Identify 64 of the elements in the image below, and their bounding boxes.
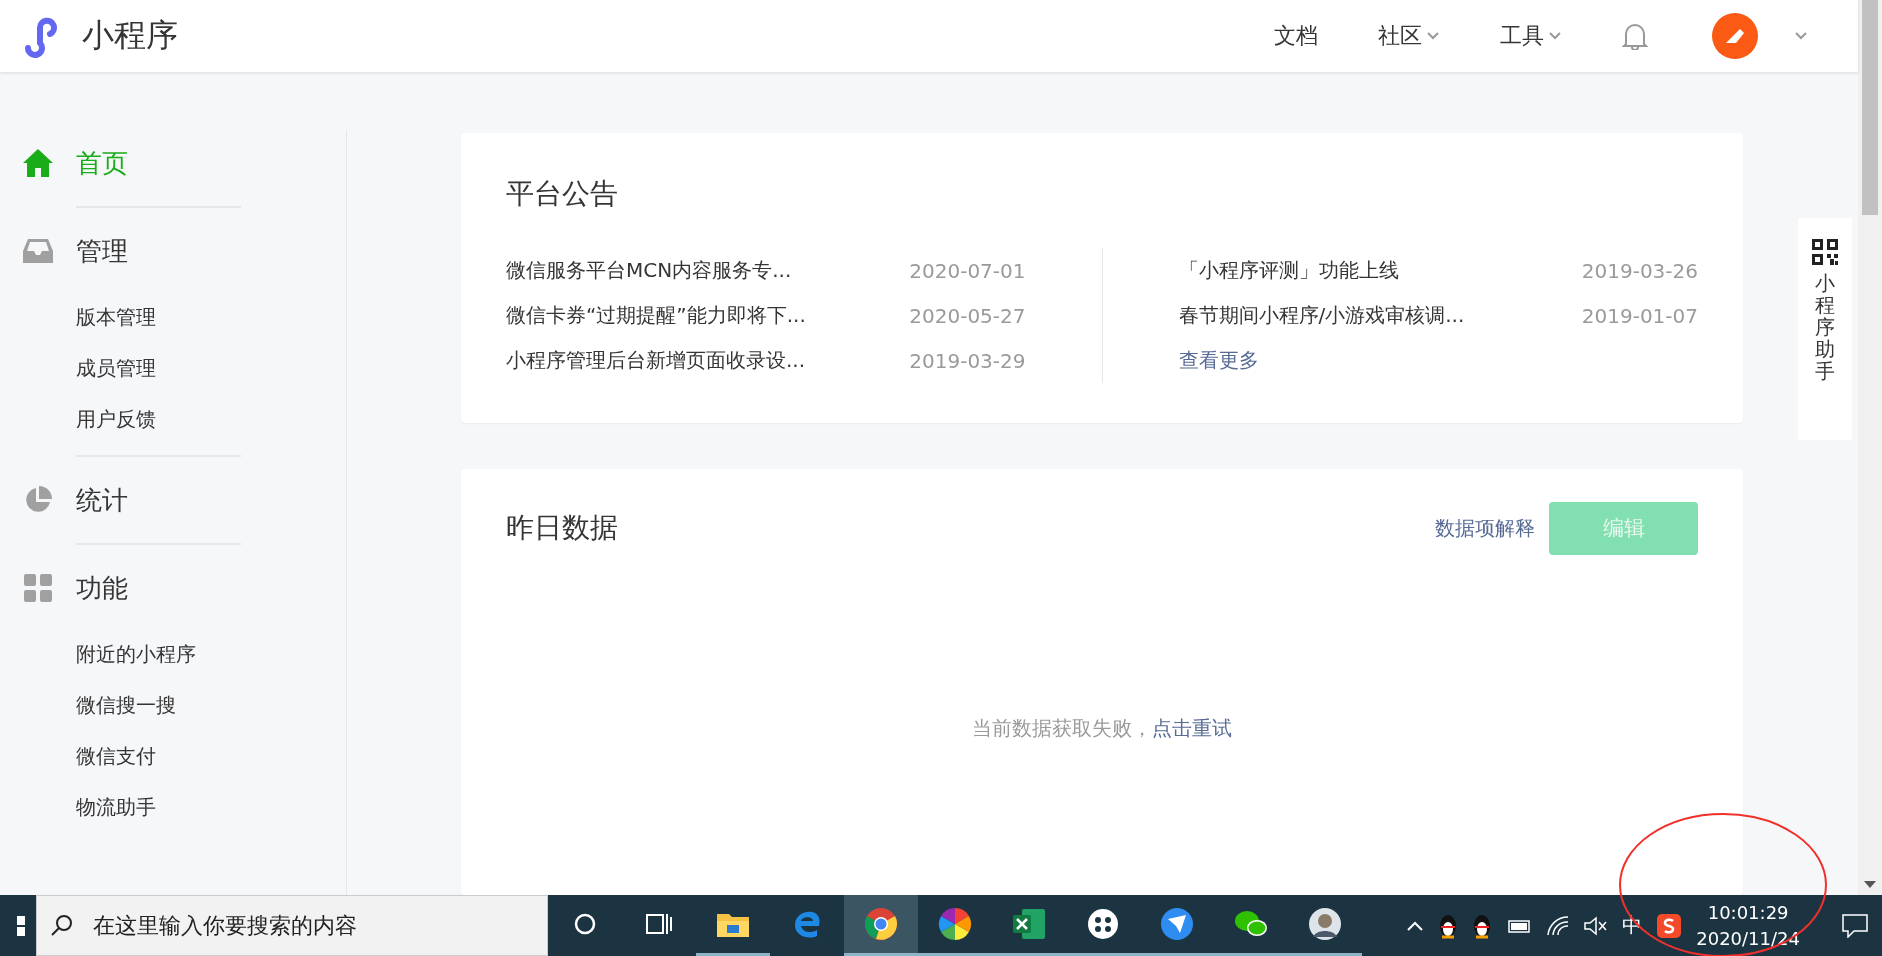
sidebar-item[interactable]: 版本管理 xyxy=(0,292,346,343)
retry-link[interactable]: 点击重试 xyxy=(1152,716,1232,740)
grid-icon xyxy=(24,574,52,602)
task-view-icon[interactable] xyxy=(646,912,672,936)
announcement-link[interactable]: 「小程序评测」功能上线 xyxy=(1178,257,1399,284)
caret-icon xyxy=(1548,31,1562,41)
sidebar-item[interactable]: 微信支付 xyxy=(0,731,346,782)
nav-link[interactable]: 文档 xyxy=(1274,21,1318,51)
sogou-icon[interactable] xyxy=(1656,912,1683,939)
sidebar-item[interactable]: 附近的小程序 xyxy=(0,629,346,680)
nav-link[interactable]: 社区 xyxy=(1378,21,1440,51)
more-link[interactable]: 查看更多 xyxy=(1178,347,1259,374)
cortana-icon[interactable] xyxy=(574,913,596,935)
sidebar-item[interactable]: 用户反馈 xyxy=(0,394,346,445)
taskbar-search-field[interactable]: 在这里输入你要搜索的内容 xyxy=(36,895,548,956)
announcement-link[interactable]: 小程序管理后台新增页面收录设... xyxy=(506,347,806,374)
scrollbar-thumb[interactable] xyxy=(1862,0,1878,215)
wifi-icon[interactable] xyxy=(1546,914,1571,937)
card-title: 昨日数据 xyxy=(506,510,618,546)
avatar-icon[interactable] xyxy=(1308,907,1342,941)
sidebar-item[interactable]: 微信搜一搜 xyxy=(0,680,346,731)
announcement-link[interactable]: 微信卡券“过期提醒”能力即将下... xyxy=(506,302,806,329)
nav-link[interactable]: 工具 xyxy=(1500,21,1562,51)
error-message: 当前数据获取失败，点击重试 xyxy=(971,715,1233,742)
paper-plane-icon[interactable] xyxy=(1160,907,1194,941)
inbox-icon xyxy=(23,238,53,264)
browser-icon[interactable] xyxy=(792,909,822,939)
sidebar-item[interactable]: 物流助手 xyxy=(0,782,346,833)
clock-time: 10:01:29 xyxy=(1707,900,1789,925)
explain-link[interactable]: 数据项解释 xyxy=(1435,514,1535,542)
bell-icon[interactable] xyxy=(1622,22,1648,50)
announcement-date: 2019-03-26 xyxy=(1581,258,1698,283)
card-title: 平台公告 xyxy=(506,176,619,212)
assistant-panel[interactable]: 小程序助手 xyxy=(1798,218,1852,440)
announcement-date: 2020-05-27 xyxy=(909,303,1026,328)
home-icon xyxy=(22,148,54,178)
app-icon[interactable] xyxy=(1087,908,1119,940)
sidebar-item[interactable]: 成员管理 xyxy=(0,343,346,394)
announcement-date: 2019-01-07 xyxy=(1581,303,1698,328)
battery-icon[interactable] xyxy=(1506,917,1533,934)
qr-code-icon xyxy=(1811,238,1839,266)
sidebar-section[interactable]: 统计 xyxy=(0,467,346,533)
scroll-down-icon[interactable] xyxy=(1864,881,1876,889)
logo-text: 小程序 xyxy=(82,15,178,56)
penguin-icon[interactable] xyxy=(1472,912,1493,939)
announcement-link[interactable]: 春节期间小程序/小游戏审核调... xyxy=(1178,302,1465,329)
assistant-label: 小程序助手 xyxy=(1815,272,1835,382)
scrollbar[interactable] xyxy=(1858,0,1882,895)
announcement-date: 2020-07-01 xyxy=(909,258,1026,283)
announcement-link[interactable]: 微信服务平台MCN内容服务专... xyxy=(506,257,792,284)
pie-chart-icon xyxy=(23,485,53,515)
chrome-icon[interactable] xyxy=(864,907,898,941)
notification-icon[interactable] xyxy=(1842,913,1868,938)
volume-muted-icon[interactable] xyxy=(1584,915,1609,936)
spreadsheet-icon[interactable] xyxy=(1012,908,1046,940)
caret-icon xyxy=(1426,31,1440,41)
penguin-icon[interactable] xyxy=(1438,912,1459,939)
announcement-date: 2019-03-29 xyxy=(909,348,1026,373)
chevron-up-icon[interactable] xyxy=(1406,919,1425,932)
sidebar-section[interactable]: 功能 xyxy=(0,555,346,621)
search-icon xyxy=(50,913,74,937)
pinwheel-icon[interactable] xyxy=(938,907,972,941)
sidebar-section[interactable]: 管理 xyxy=(0,218,346,284)
caret-icon xyxy=(1794,31,1808,41)
